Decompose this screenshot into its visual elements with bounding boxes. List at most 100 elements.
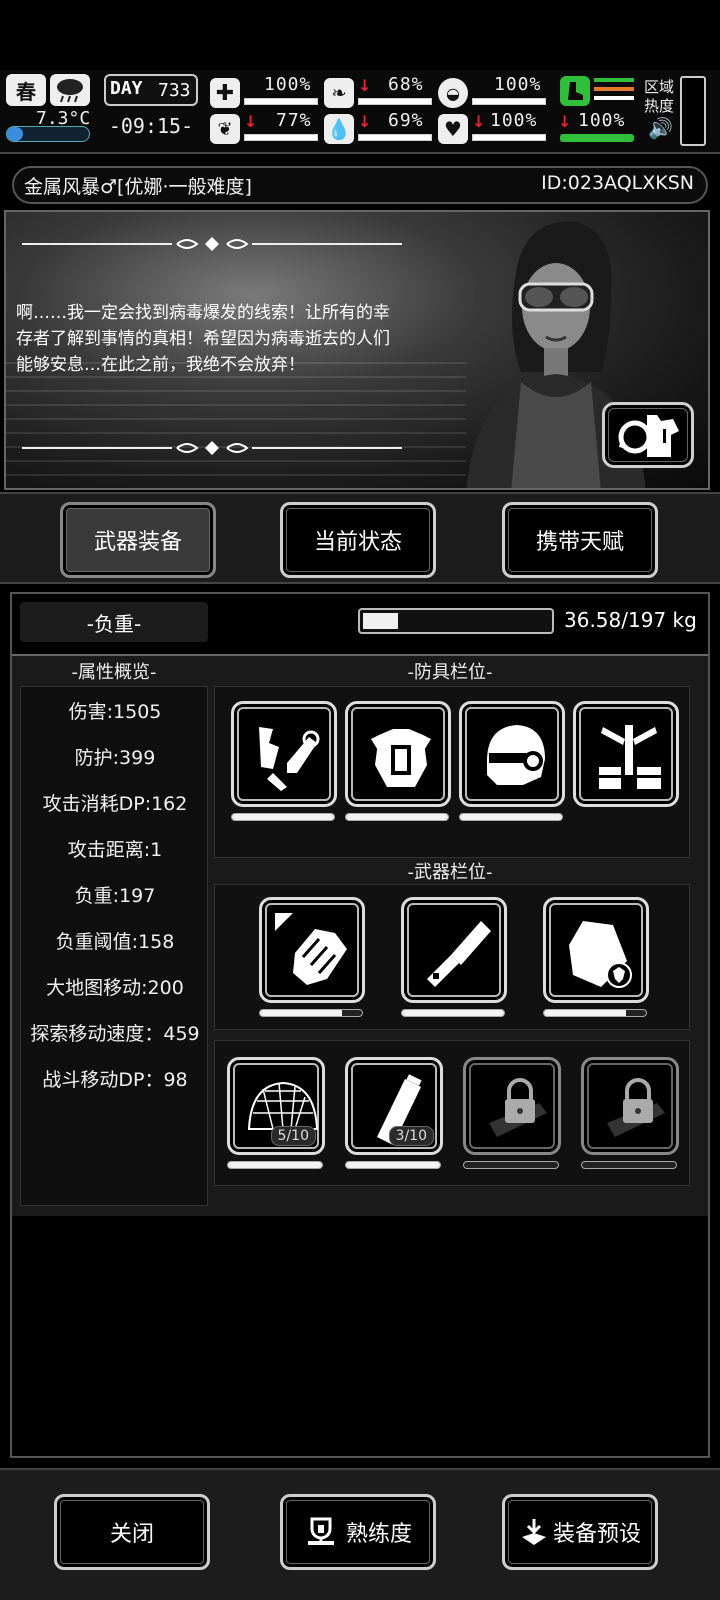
background-scene [6,362,466,482]
leg-down-icon: ↓ [558,112,572,131]
mental-value: 77% [276,110,312,131]
consumable-slot-2[interactable]: 3/10 [345,1057,443,1155]
close-button[interactable]: 关闭 [54,1494,210,1570]
machete-icon [427,921,491,987]
backpack-frame-icon [599,725,661,789]
load-bar [358,608,554,634]
equipment-panel: -负重- 36.58/197 kg -属性概览- 伤害:1505 防护:399 … [10,592,710,1458]
armor-slot-body-durability [345,813,449,821]
health-bar [244,98,318,105]
stat-explore-speed: 探索移动速度：459 [30,1023,200,1045]
consumable-slot-3[interactable] [463,1057,561,1155]
leg-bar [560,134,634,142]
equipment-preset-button[interactable]: 装备预设 [502,1494,658,1570]
tab-status[interactable]: 当前状态 [280,502,436,578]
stat-combat-move: 战斗移动DP：98 [42,1069,188,1091]
leg-value: 100% [578,110,626,131]
armor-header: -防具栏位- [407,662,493,683]
health-value: 100% [264,74,312,95]
speaker-icon[interactable]: 🔊 [648,116,673,140]
cloud-rain-icon [50,74,90,106]
mental-bar [244,134,318,141]
mood-value: 100% [490,110,538,131]
day-label: DAY [110,78,143,99]
consumable-slot-1-count: 5/10 [270,1126,316,1146]
armor-slot-arm-durability [231,813,335,821]
armor-slot-head[interactable] [459,701,565,807]
player-id: ID:023AQLXKSN [541,172,694,194]
mood-bar [472,134,546,141]
heart-icon: ♥ [438,114,468,144]
trophy-icon [307,1517,334,1545]
consumable-slot-2-count: 3/10 [388,1126,434,1146]
consumable-slots: 5/10 3/10 [214,1040,690,1186]
zone-heat-meter [680,76,706,146]
season-label: 春 [16,79,36,104]
tab-bar: 武器装备 当前状态 携带天赋 [0,492,720,584]
temperature: 7.3°C [36,108,91,129]
brain-icon: ❦ [210,114,240,144]
tab-talent[interactable]: 携带天赋 [502,502,658,578]
load-value: 36.58/197 kg [564,608,697,632]
weapon-slot-2[interactable] [401,897,507,1003]
attributes-list: 伤害:1505 防护:399 攻击消耗DP:162 攻击距离:1 负重:197 … [20,686,208,1206]
change-outfit-button[interactable] [602,402,694,468]
riot-shield-icon [569,921,632,988]
consumable-slot-3-durability [463,1161,559,1169]
weapon-slot-1[interactable] [259,897,365,1003]
stat-map-move: 大地图移动:200 [46,977,184,999]
day-number: 733 [158,80,191,101]
weapon-slots [214,884,690,1030]
consumable-slot-1[interactable]: 5/10 [227,1057,325,1155]
hunger-down-icon: ↓ [358,76,372,95]
character-banner: 啊……我一定会找到病毒爆发的线索！让所有的幸存者了解到事情的真相！希望因为病毒逝… [4,210,710,490]
armor-slot-arm[interactable] [231,701,337,807]
stat-damage: 伤害:1505 [68,701,162,723]
stamina-bar [472,98,546,105]
helmet-icon [487,725,545,785]
power-gauntlet-icon [275,913,347,985]
stomach-icon: ❧ [324,78,354,108]
dialog-text: 啊……我一定会找到病毒爆发的线索！让所有的幸存者了解到事情的真相！希望因为病毒逝… [16,303,390,375]
thirst-value: 69% [388,110,424,131]
weapons-header: -武器栏位- [407,862,493,883]
body-armor-icon [371,729,431,787]
clock: -09:15- [108,114,194,138]
status-lines [594,78,634,106]
weapon-slot-3[interactable] [543,897,649,1003]
lock-icon [607,1078,665,1137]
load-label: -负重- [86,611,142,636]
armor-slot-body[interactable] [345,701,451,807]
stat-defense: 防护:399 [74,747,156,769]
top-ornament [22,237,402,251]
stat-attack-dp: 攻击消耗DP:162 [42,793,188,815]
load-label-box: -负重- [20,602,208,642]
capsule-icon: ◒ [438,78,468,108]
consumable-slot-2-durability [345,1161,441,1169]
consumable-slot-4[interactable] [581,1057,679,1155]
hunger-value: 68% [388,74,424,95]
mental-down-icon: ↓ [244,112,258,131]
stat-load: 负重:197 [74,885,156,907]
proficiency-button[interactable]: 熟练度 [280,1494,436,1570]
weapon-slot-2-durability [401,1009,505,1017]
consumable-slot-1-durability [227,1161,323,1169]
weapon-slot-3-durability [543,1009,647,1017]
boot-icon [560,76,590,106]
proficiency-label: 熟练度 [345,1522,412,1547]
tab-weapons[interactable]: 武器装备 [60,502,216,578]
title-bar: 金属风暴♂[优娜·一般难度] ID:023AQLXKSN [12,166,708,204]
stat-load-threshold: 负重阈值:158 [55,931,175,953]
lock-icon [489,1078,547,1137]
load-bar-fill [363,613,398,629]
thirst-down-icon: ↓ [358,112,372,131]
stat-attack-range: 攻击距离:1 [67,839,163,861]
preset-label: 装备预设 [552,1522,641,1547]
armor-slot-back[interactable] [573,701,679,807]
mood-down-icon: ↓ [472,112,486,131]
stamina-value: 100% [494,74,542,95]
status-hud: 春 7.3°C DAY 733 -09:15- ✚ 100% ❧ ↓ 68% ◒… [0,70,720,154]
hunger-bar [358,98,432,105]
weapon-slot-1-durability [259,1009,363,1017]
preset-download-icon [521,1519,546,1545]
